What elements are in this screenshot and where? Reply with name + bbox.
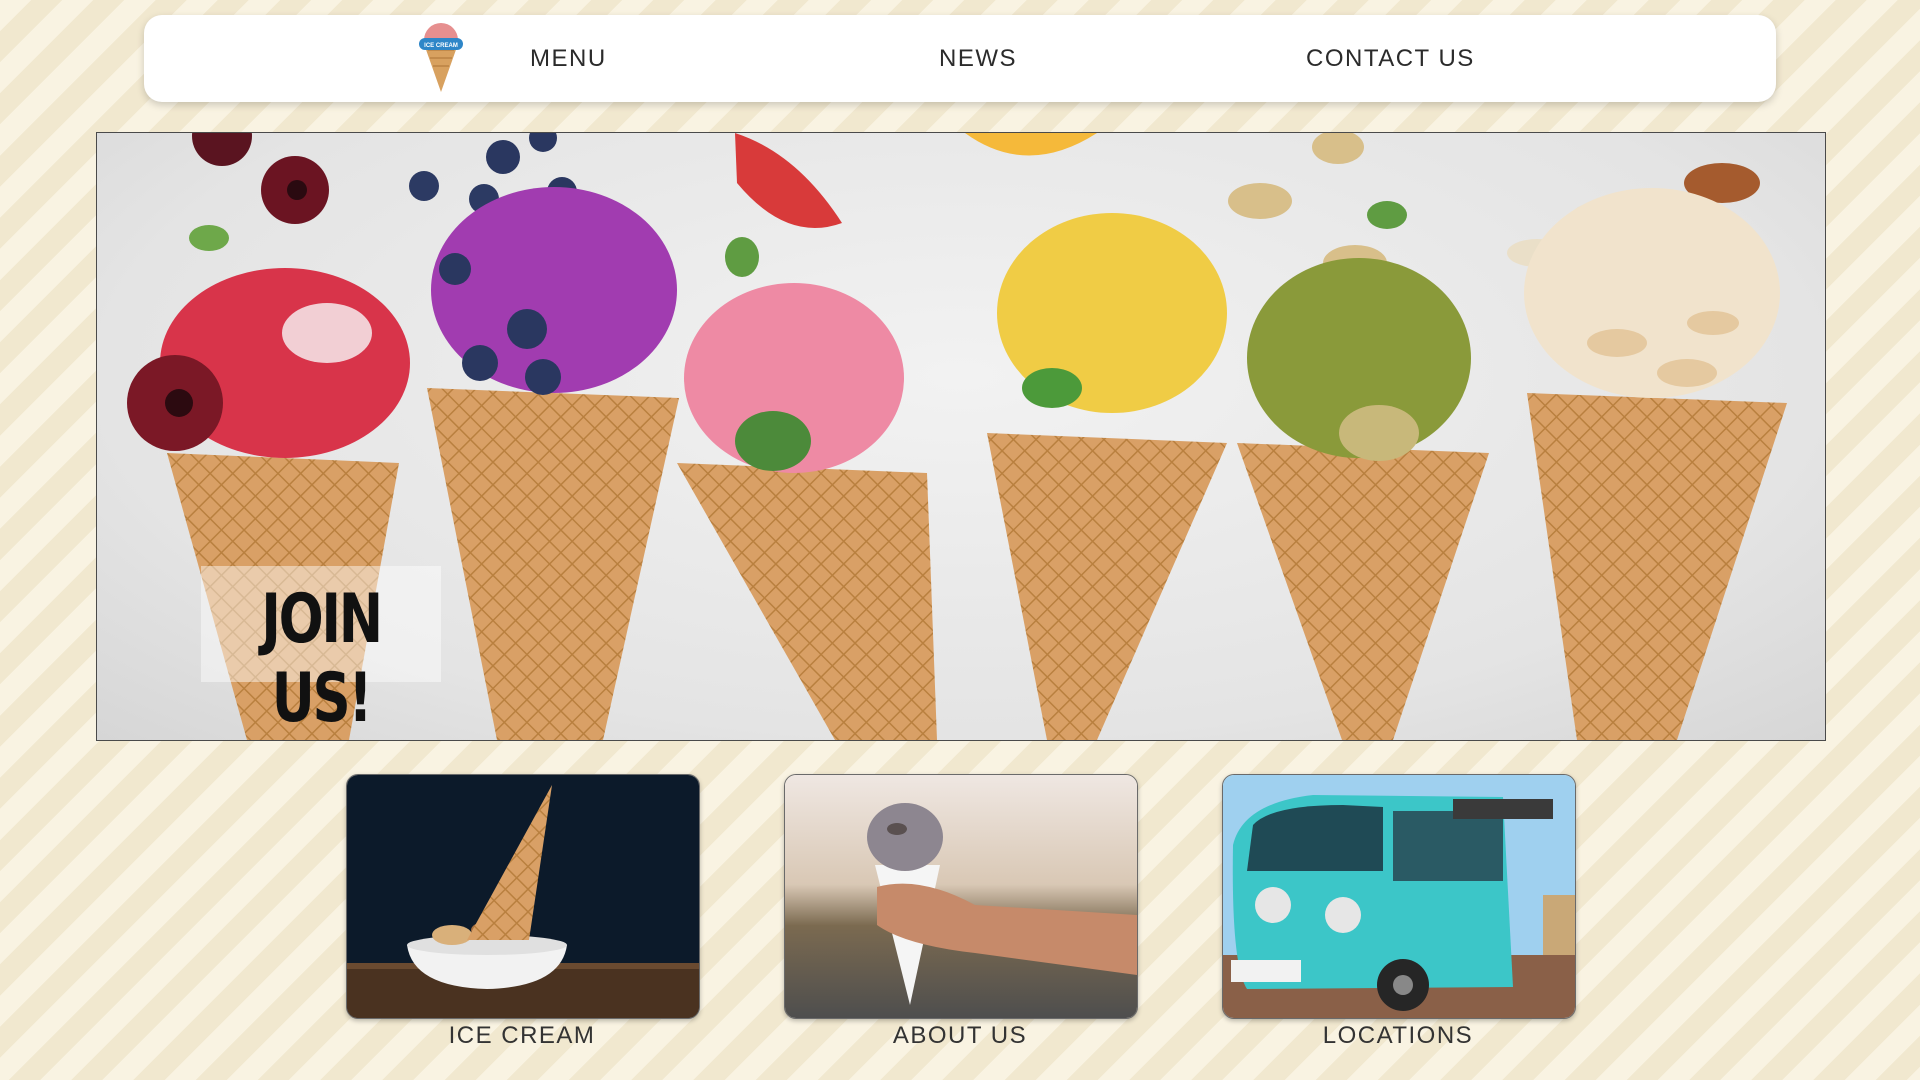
card-about-us[interactable]	[784, 774, 1138, 1019]
nav-link-menu[interactable]: MENU	[530, 45, 607, 73]
hand-holding-cone-image	[785, 775, 1137, 1018]
join-us-button[interactable]: JOIN US!	[201, 566, 441, 738]
card-label-locations[interactable]: LOCATIONS	[1222, 1022, 1574, 1050]
ice-cream-cone-lemon	[987, 213, 1227, 740]
nav-link-contact-us[interactable]: CONTACT US	[1306, 45, 1475, 73]
card-label-about-us[interactable]: ABOUT US	[784, 1022, 1136, 1050]
logo-text: ICE CREAM	[424, 43, 458, 49]
join-us-label: JOIN US!	[261, 580, 383, 738]
hero-banner: JOIN US!	[96, 132, 1826, 741]
ice-cream-van-image	[1223, 775, 1575, 1018]
ice-cream-cone-strawberry	[677, 283, 937, 740]
top-navbar: ICE CREAM MENU NEWS CONTACT US	[144, 15, 1776, 102]
card-ice-cream[interactable]	[346, 774, 700, 1019]
card-label-ice-cream[interactable]: ICE CREAM	[346, 1022, 698, 1050]
card-locations[interactable]	[1222, 774, 1576, 1019]
ice-cream-bowl-image	[347, 775, 699, 1018]
ice-cream-cone-pistachio	[1237, 258, 1489, 740]
ice-cream-cone-almond	[1524, 188, 1787, 740]
nav-link-news[interactable]: NEWS	[939, 45, 1017, 73]
ice-cream-logo[interactable]: ICE CREAM	[416, 20, 466, 98]
ice-cream-cone-blueberry	[427, 187, 679, 740]
